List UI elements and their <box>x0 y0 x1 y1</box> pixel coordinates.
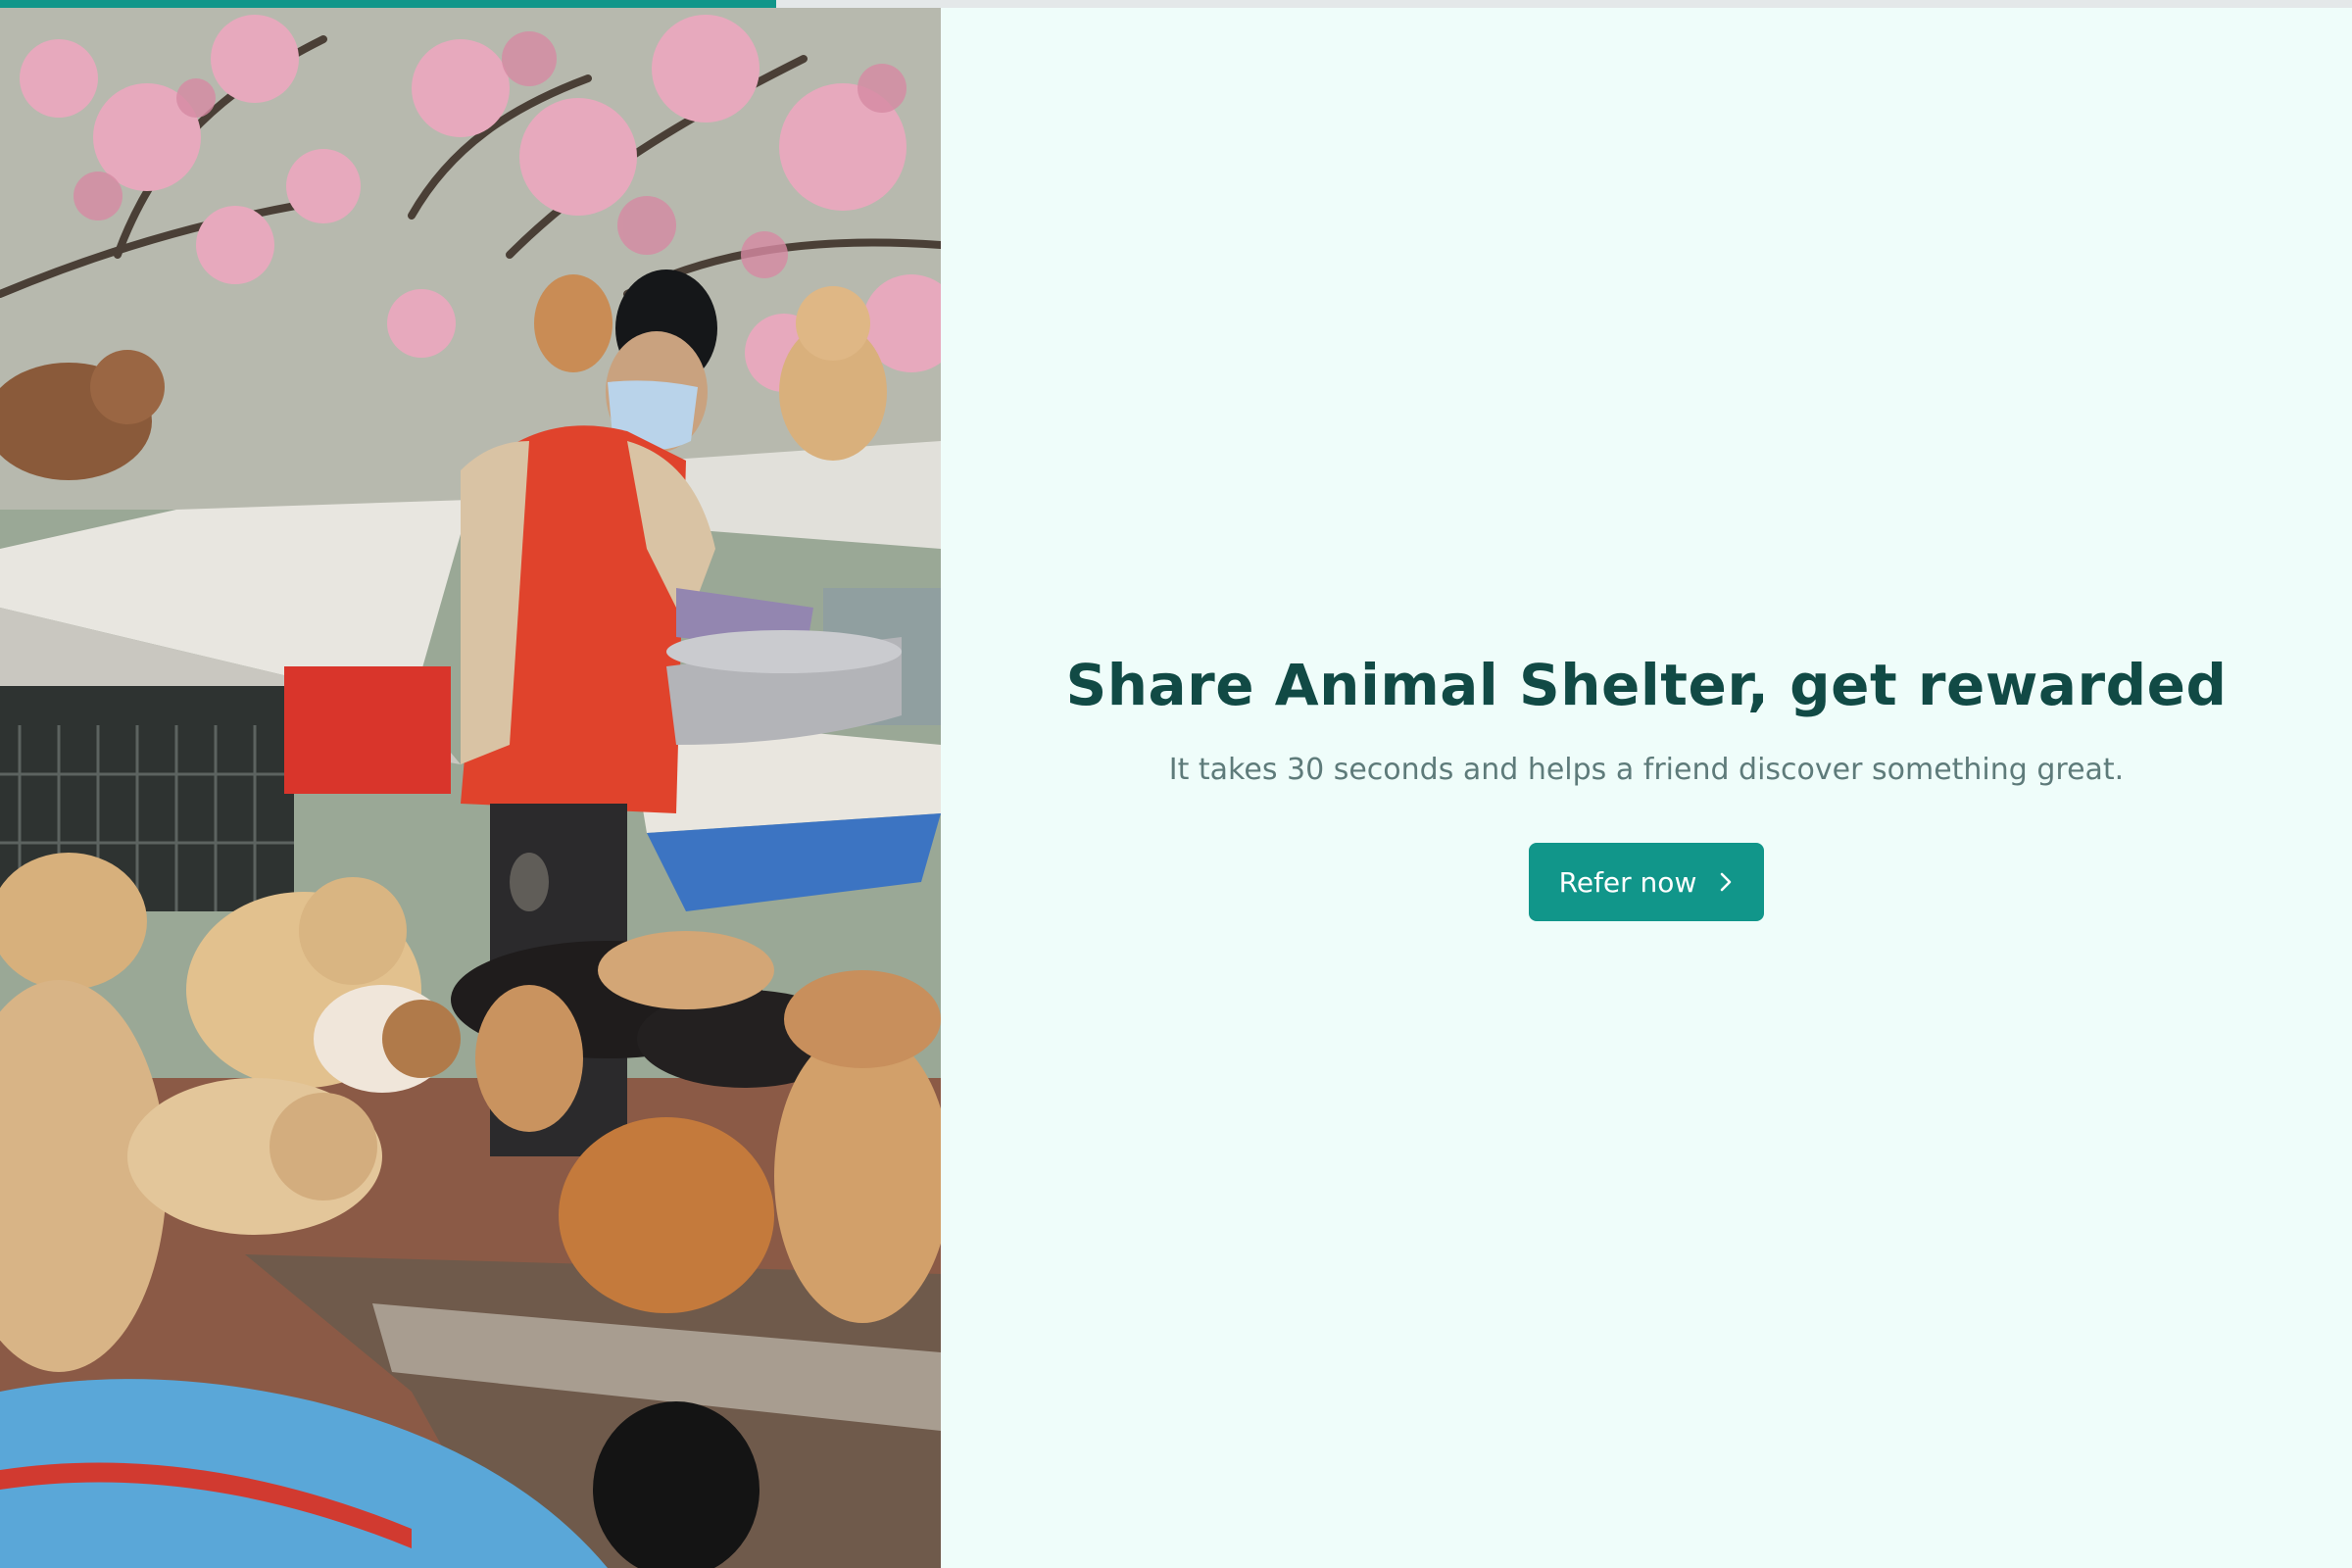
refer-now-label: Refer now <box>1558 865 1697 899</box>
hero-photo <box>0 0 941 1568</box>
progress-bar <box>0 0 2352 8</box>
page-subtitle: It takes 30 seconds and helps a friend d… <box>1168 753 2125 787</box>
refer-now-button[interactable]: Refer now <box>1529 843 1764 921</box>
chevron-right-icon <box>1718 871 1734 893</box>
page-title: Share Animal Shelter, get rewarded <box>1065 652 2228 718</box>
referral-panel: Share Animal Shelter, get rewarded It ta… <box>941 0 2352 1568</box>
progress-bar-fill <box>0 0 776 8</box>
